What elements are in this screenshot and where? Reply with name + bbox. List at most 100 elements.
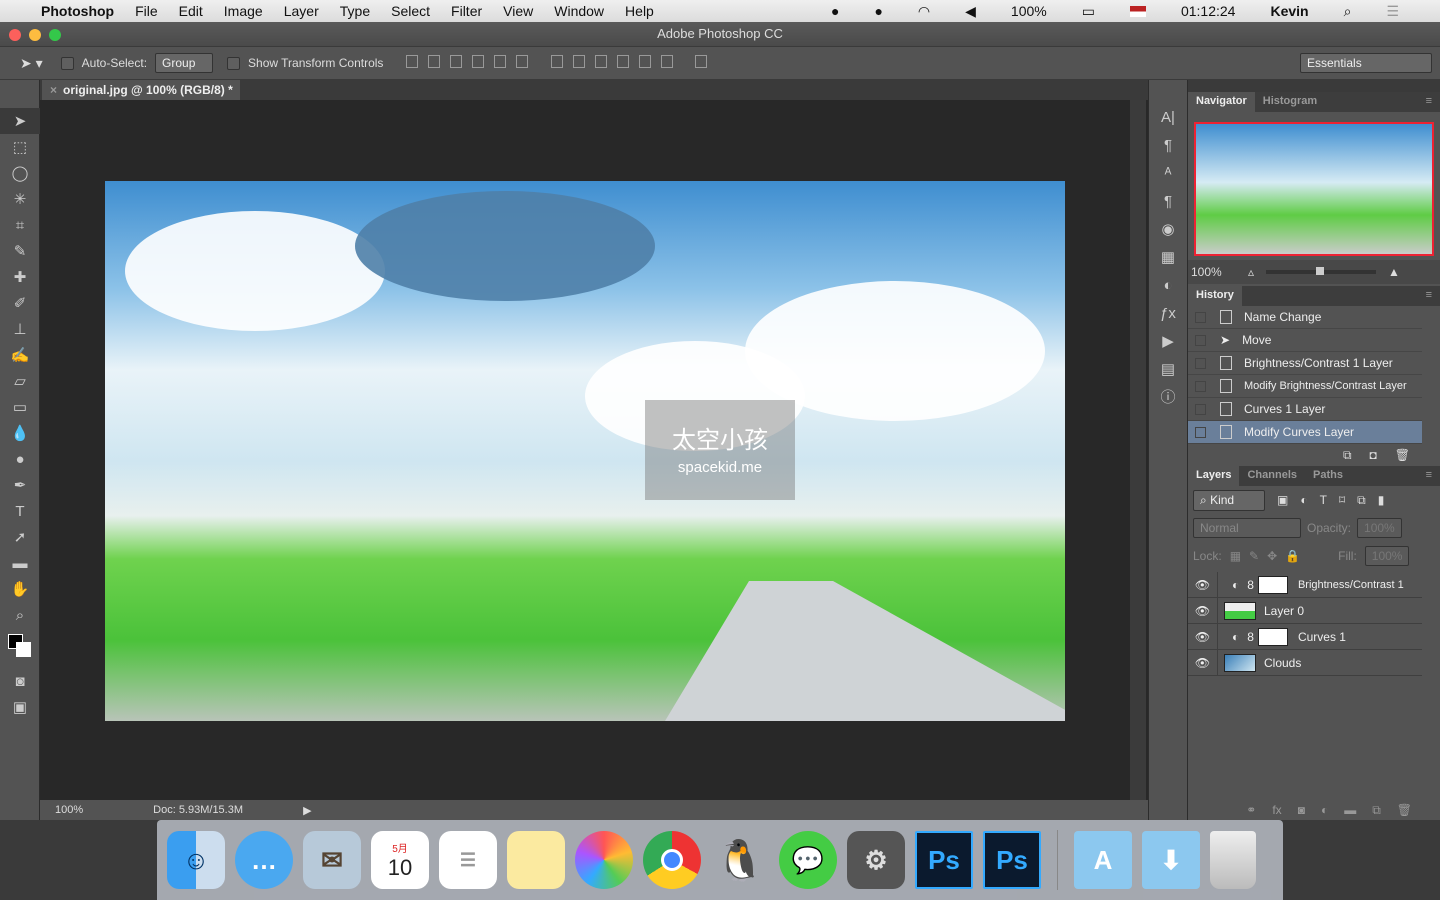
dock-qq[interactable]: 🐧	[711, 831, 769, 889]
navigator-zoom[interactable]: 100%	[1188, 265, 1248, 279]
distribute-right-icon[interactable]	[660, 55, 673, 68]
layer-row[interactable]: 👁 Clouds	[1188, 649, 1422, 676]
dock-system-preferences[interactable]: ⚙	[847, 831, 905, 889]
menu-layer[interactable]: Layer	[284, 3, 319, 19]
layer-name[interactable]: Curves 1	[1298, 630, 1346, 644]
flag-icon[interactable]	[1129, 5, 1146, 17]
move-tool-icon[interactable]: ➤	[0, 108, 40, 134]
dock-photoshop-2[interactable]: Ps	[983, 831, 1041, 889]
clone-stamp-icon[interactable]: ⊥	[0, 316, 40, 342]
wifi-icon[interactable]: ◠	[918, 3, 930, 20]
panel-menu-icon[interactable]: ≡	[1418, 466, 1440, 486]
menu-edit[interactable]: Edit	[179, 3, 203, 19]
align-hcenter-icon[interactable]	[494, 55, 507, 68]
align-bottom-icon[interactable]	[450, 55, 463, 68]
marquee-tool-icon[interactable]: ⬚	[0, 134, 40, 160]
volume-icon[interactable]: ◀	[965, 3, 976, 20]
qq-icon[interactable]: ●	[831, 3, 839, 19]
history-item[interactable]: Curves 1 Layer	[1188, 398, 1422, 421]
healing-brush-icon[interactable]: ✚	[0, 264, 40, 290]
blend-mode-dropdown[interactable]: Normal	[1193, 518, 1301, 538]
gradient-tool-icon[interactable]: ▭	[0, 394, 40, 420]
dock-messages[interactable]: …	[235, 831, 293, 889]
distribute-left-icon[interactable]	[616, 55, 629, 68]
dock-finder[interactable]: ☺	[167, 831, 225, 889]
lock-position-icon[interactable]: ✥	[1267, 549, 1277, 563]
hand-tool-icon[interactable]: ✋	[0, 576, 40, 602]
snapshot-camera-icon[interactable]: ◘	[1370, 448, 1377, 462]
history-brush-icon[interactable]: ✍	[0, 342, 40, 368]
layer-name[interactable]: Layer 0	[1264, 604, 1304, 618]
status-doc-size[interactable]: Doc: 5.93M/15.3M	[153, 804, 273, 816]
new-group-icon[interactable]: ▬	[1344, 803, 1356, 817]
visibility-eye-icon[interactable]: 👁	[1188, 597, 1218, 624]
auto-select-checkbox[interactable]	[60, 56, 74, 70]
info-icon[interactable]: ⓘ	[1149, 384, 1187, 412]
history-item[interactable]: Modify Brightness/Contrast Layer	[1188, 375, 1422, 398]
tab-channels[interactable]: Channels	[1239, 466, 1305, 486]
rectangle-tool-icon[interactable]: ▬	[0, 550, 40, 576]
crop-tool-icon[interactable]: ⌗	[0, 212, 40, 238]
battery-percent[interactable]: 100%	[1011, 3, 1047, 19]
history-item[interactable]: ➤ Move	[1188, 329, 1422, 352]
menu-file[interactable]: File	[135, 3, 158, 19]
delete-layer-icon[interactable]: 🗑	[1397, 803, 1412, 817]
lock-all-icon[interactable]: 🔒	[1285, 549, 1300, 563]
layer-mask-thumbnail[interactable]	[1257, 575, 1288, 594]
dock-notes[interactable]	[507, 831, 565, 889]
dock-applications-folder[interactable]: A	[1074, 831, 1132, 889]
path-selection-icon[interactable]: ➚	[0, 524, 40, 550]
new-layer-icon[interactable]: ⧉	[1372, 803, 1381, 818]
dock-trash[interactable]	[1210, 831, 1256, 889]
panel-menu-icon[interactable]: ≡	[1418, 92, 1440, 112]
distribute-top-icon[interactable]	[550, 55, 563, 68]
filter-shape-icon[interactable]: ⌑	[1339, 493, 1345, 507]
menu-view[interactable]: View	[503, 3, 533, 19]
zoom-out-icon[interactable]: ▵	[1248, 265, 1254, 279]
paragraph-panel-icon[interactable]: ¶	[1149, 132, 1187, 160]
dock-mail[interactable]: ✉	[303, 831, 361, 889]
dock-photos[interactable]	[575, 831, 633, 889]
history-item[interactable]: Name Change	[1188, 306, 1422, 329]
filter-type-icon[interactable]: T	[1320, 493, 1327, 507]
filter-toggle[interactable]: ▮	[1378, 493, 1385, 507]
document-tab[interactable]: × original.jpg @ 100% (RGB/8) *	[42, 80, 240, 100]
layer-filter-kind[interactable]: ⌕ Kind	[1193, 489, 1265, 511]
history-item[interactable]: Brightness/Contrast 1 Layer	[1188, 352, 1422, 375]
align-top-icon[interactable]	[406, 55, 419, 68]
menu-filter[interactable]: Filter	[451, 3, 482, 19]
lock-transparent-icon[interactable]: ▦	[1230, 549, 1241, 563]
visibility-eye-icon[interactable]: 👁	[1188, 649, 1218, 676]
layer-name[interactable]: Brightness/Contrast 1	[1298, 579, 1404, 591]
dock-wechat[interactable]: 💬	[779, 831, 837, 889]
quick-mask-icon[interactable]: ◙	[0, 668, 40, 694]
wechat-icon[interactable]: ●	[874, 3, 882, 19]
filter-adjustment-icon[interactable]: ◐	[1300, 493, 1307, 507]
tab-navigator[interactable]: Navigator	[1188, 92, 1255, 112]
opacity-input[interactable]: 100%	[1357, 518, 1402, 538]
tool-presets-icon[interactable]: ▤	[1149, 356, 1187, 384]
auto-select-dropdown[interactable]: Group	[155, 53, 214, 73]
filter-pixel-icon[interactable]: ▣	[1277, 493, 1288, 507]
adjustments-icon[interactable]: ◐	[1149, 272, 1187, 300]
dock-calendar[interactable]: 5月 10	[371, 831, 429, 889]
tab-layers[interactable]: Layers	[1188, 466, 1240, 486]
user-name[interactable]: Kevin	[1270, 3, 1308, 19]
eraser-icon[interactable]: ▱	[0, 368, 40, 394]
actions-play-icon[interactable]: ▶	[1149, 328, 1187, 356]
trash-icon[interactable]: 🗑	[1395, 448, 1410, 462]
character-panel-icon[interactable]: A|	[1149, 104, 1187, 132]
visibility-eye-icon[interactable]: 👁	[1188, 623, 1218, 650]
dock-photoshop[interactable]: Ps	[915, 831, 973, 889]
distribute-vcenter-icon[interactable]	[572, 55, 585, 68]
menu-help[interactable]: Help	[625, 3, 654, 19]
workspace-dropdown[interactable]: Essentials	[1300, 53, 1432, 73]
status-menu-arrow-icon[interactable]: ▶	[303, 804, 311, 817]
type-tool-icon[interactable]: T	[0, 498, 40, 524]
show-transform-checkbox[interactable]	[227, 56, 241, 70]
minimize-window-button[interactable]	[29, 29, 41, 41]
dock-reminders[interactable]: ☰	[439, 831, 497, 889]
tab-histogram[interactable]: Histogram	[1255, 92, 1325, 112]
status-zoom[interactable]: 100%	[55, 804, 83, 816]
blur-tool-icon[interactable]: 💧	[0, 420, 40, 446]
